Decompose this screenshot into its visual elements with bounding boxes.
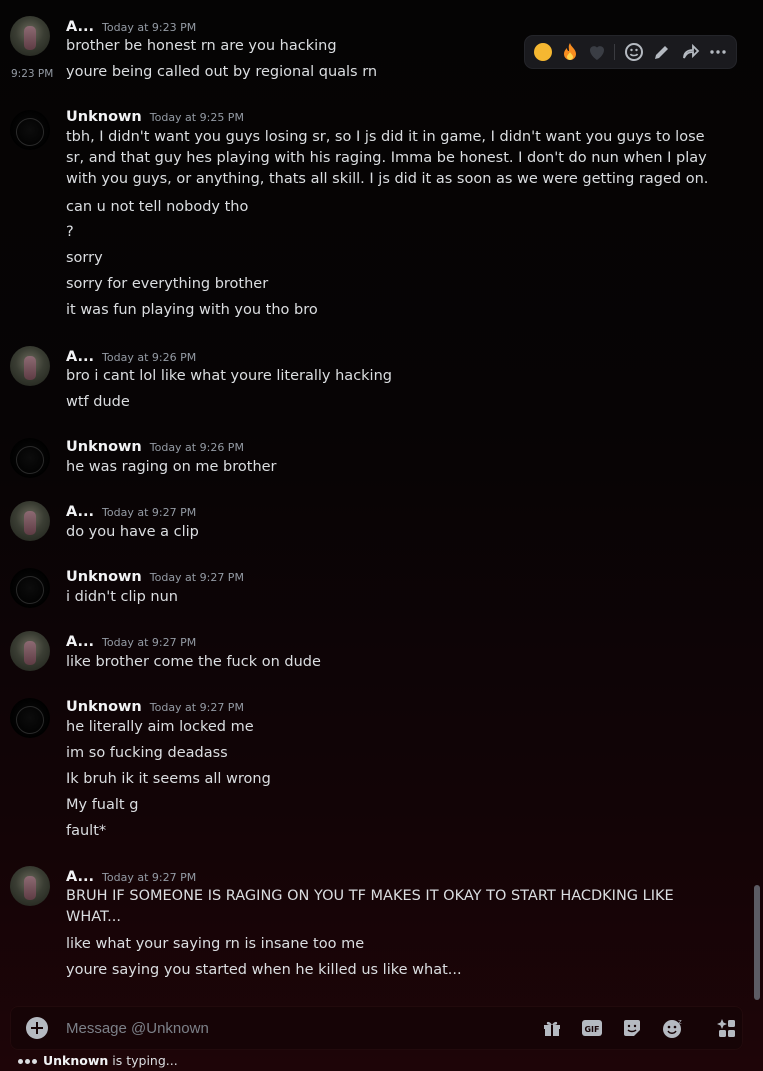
rofl-emoji-reaction[interactable] <box>531 40 555 64</box>
message-timestamp: Today at 9:26 PM <box>149 441 244 454</box>
message-composer: GIF z <box>10 1006 743 1050</box>
edit-pencil-icon[interactable] <box>650 40 674 64</box>
message-text: wtf dude <box>66 394 130 410</box>
message-text: bro i cant lol like what youre literally… <box>66 368 392 384</box>
message-text: tbh, I didn't want you guys losing sr, s… <box>66 129 709 187</box>
message-list: A... Today at 9:23 PM brother be honest r… <box>0 0 752 1000</box>
svg-text:z: z <box>678 1018 682 1026</box>
author-name[interactable]: A... <box>66 504 94 520</box>
avatar[interactable] <box>10 866 50 906</box>
attach-plus-icon[interactable] <box>26 1017 48 1039</box>
avatar[interactable] <box>10 16 50 56</box>
avatar[interactable] <box>10 568 50 608</box>
author-name[interactable]: A... <box>66 869 94 885</box>
message-timestamp: Today at 9:27 PM <box>149 701 244 714</box>
forward-icon[interactable] <box>678 40 702 64</box>
author-name[interactable]: Unknown <box>66 569 142 585</box>
author-name[interactable]: Unknown <box>66 439 142 455</box>
author-name[interactable]: Unknown <box>66 109 142 125</box>
gif-icon[interactable]: GIF <box>581 1017 603 1039</box>
message-timestamp: Today at 9:27 PM <box>102 636 197 649</box>
hover-timestamp: 9:23 PM <box>11 68 54 80</box>
typing-dot <box>18 1059 23 1064</box>
apps-icon[interactable] <box>716 1017 738 1039</box>
message-text: im so fucking deadass <box>66 745 228 761</box>
message-timestamp: Today at 9:25 PM <box>149 111 244 124</box>
message-hover-toolbar <box>525 36 736 68</box>
more-options-icon[interactable] <box>706 40 730 64</box>
message-text: he was raging on me brother <box>66 459 277 475</box>
avatar[interactable] <box>10 631 50 671</box>
message-text: ? <box>66 224 74 240</box>
fire-emoji-reaction[interactable] <box>558 40 582 64</box>
typing-suffix: is typing... <box>108 1053 178 1068</box>
toolbar-divider <box>614 44 615 60</box>
message-text: fault* <box>66 823 107 839</box>
author-name[interactable]: A... <box>66 19 94 35</box>
avatar[interactable] <box>10 501 50 541</box>
typing-dot <box>25 1059 30 1064</box>
author-name[interactable]: A... <box>66 349 94 365</box>
message-text: BRUH IF SOMEONE IS RAGING ON YOU TF MAKE… <box>66 888 674 925</box>
gift-icon[interactable] <box>541 1017 563 1039</box>
message-text: like what your saying rn is insane too m… <box>66 936 365 952</box>
message-text: i didn't clip nun <box>66 589 178 605</box>
author-name[interactable]: A... <box>66 634 94 650</box>
message-timestamp: Today at 9:27 PM <box>102 871 197 884</box>
avatar[interactable] <box>10 110 50 150</box>
message-text: he literally aim locked me <box>66 719 254 735</box>
message-timestamp: Today at 9:26 PM <box>102 351 197 364</box>
avatar[interactable] <box>10 346 50 386</box>
add-reaction-icon[interactable] <box>622 40 646 64</box>
avatar[interactable] <box>10 438 50 478</box>
message-timestamp: Today at 9:27 PM <box>149 571 244 584</box>
emoji-icon[interactable]: z <box>661 1017 683 1039</box>
black-heart-emoji-reaction[interactable] <box>585 40 609 64</box>
typing-dot <box>32 1059 37 1064</box>
typing-indicator: Unknown is typing... <box>18 1053 178 1068</box>
message-timestamp: Today at 9:23 PM <box>102 21 197 34</box>
svg-text:GIF: GIF <box>584 1025 599 1034</box>
message-text: Ik bruh ik it seems all wrong <box>66 771 271 787</box>
message-text: My fualt g <box>66 797 139 813</box>
message-timestamp: Today at 9:27 PM <box>102 506 197 519</box>
message-text: youre saying you started when he killed … <box>66 962 462 978</box>
message-text: can u not tell nobody tho <box>66 199 249 215</box>
message-input[interactable] <box>66 1018 506 1038</box>
chat-scrollbar[interactable] <box>754 885 760 1000</box>
sticker-icon[interactable] <box>621 1017 643 1039</box>
author-name[interactable]: Unknown <box>66 699 142 715</box>
message-text: sorry <box>66 250 103 266</box>
avatar[interactable] <box>10 698 50 738</box>
typing-user: Unknown <box>42 1053 109 1068</box>
message-text: it was fun playing with you tho bro <box>66 302 318 318</box>
message-text: sorry for everything brother <box>66 276 269 292</box>
message-text: like brother come the fuck on dude <box>66 654 321 670</box>
message-text: do you have a clip <box>66 524 199 540</box>
